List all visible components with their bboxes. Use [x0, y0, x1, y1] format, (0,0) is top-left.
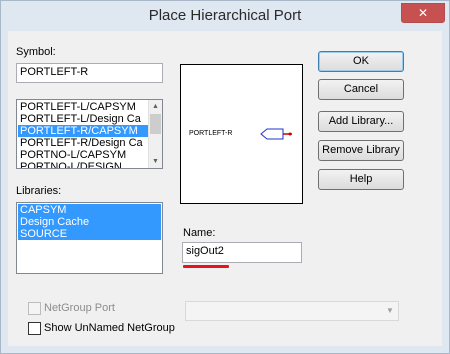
preview-port-label: PORTLEFT-R: [189, 130, 233, 137]
symbol-list-scrollbar[interactable]: ▲ ▼: [148, 100, 162, 168]
remove-library-button[interactable]: Remove Library: [318, 140, 404, 161]
scroll-thumb[interactable]: [150, 114, 161, 134]
netgroup-port-checkbox[interactable]: [28, 302, 41, 315]
list-item-selected[interactable]: CAPSYM: [18, 204, 161, 216]
list-item[interactable]: PORTLEFT-L/Design Ca: [18, 113, 148, 125]
ok-button[interactable]: OK: [318, 51, 404, 72]
show-unnamed-netgroup-checkbox[interactable]: [28, 322, 41, 335]
chevron-down-icon[interactable]: ▼: [382, 302, 398, 320]
dialog-window: Place Hierarchical Port ✕ Symbol: PORTLE…: [0, 0, 450, 354]
symbol-input[interactable]: PORTLEFT-R: [16, 63, 163, 83]
close-button[interactable]: ✕: [401, 3, 445, 23]
add-library-button[interactable]: Add Library...: [318, 111, 404, 132]
title-bar: Place Hierarchical Port ✕: [1, 1, 449, 31]
list-item-selected[interactable]: Design Cache: [18, 216, 161, 228]
list-item[interactable]: PORTLEFT-R/Design Ca: [18, 137, 148, 149]
list-item-selected[interactable]: SOURCE: [18, 228, 161, 240]
libraries-label: Libraries:: [16, 185, 62, 197]
cancel-button[interactable]: Cancel: [318, 79, 404, 100]
list-item[interactable]: PORTNO-L/DESIGN: [18, 161, 148, 168]
name-label: Name:: [183, 227, 216, 239]
list-item-selected[interactable]: PORTLEFT-R/CAPSYM: [18, 125, 148, 137]
list-item[interactable]: PORTNO-L/CAPSYM: [18, 149, 148, 161]
show-unnamed-netgroup-label: Show UnNamed NetGroup: [44, 322, 175, 334]
symbol-preview: PORTLEFT-R: [180, 64, 303, 204]
symbol-list[interactable]: PORTLEFT-L/CAPSYM PORTLEFT-L/Design Ca P…: [16, 99, 163, 169]
libraries-list[interactable]: CAPSYM Design Cache SOURCE: [16, 202, 163, 274]
dialog-title: Place Hierarchical Port: [148, 7, 302, 24]
scroll-up-icon[interactable]: ▲: [149, 100, 162, 113]
name-highlight-underline: [183, 265, 229, 268]
port-shape-icon: [260, 128, 292, 140]
name-input[interactable]: sigOut2: [182, 242, 302, 263]
dialog-body: Symbol: PORTLEFT-R PORTLEFT-L/CAPSYM POR…: [8, 31, 442, 346]
symbol-label: Symbol:: [16, 46, 56, 58]
netgroup-combo[interactable]: ▼: [185, 301, 399, 321]
list-item[interactable]: PORTLEFT-L/CAPSYM: [18, 101, 148, 113]
scroll-down-icon[interactable]: ▼: [149, 155, 162, 168]
netgroup-port-label: NetGroup Port: [44, 302, 115, 314]
help-button[interactable]: Help: [318, 169, 404, 190]
